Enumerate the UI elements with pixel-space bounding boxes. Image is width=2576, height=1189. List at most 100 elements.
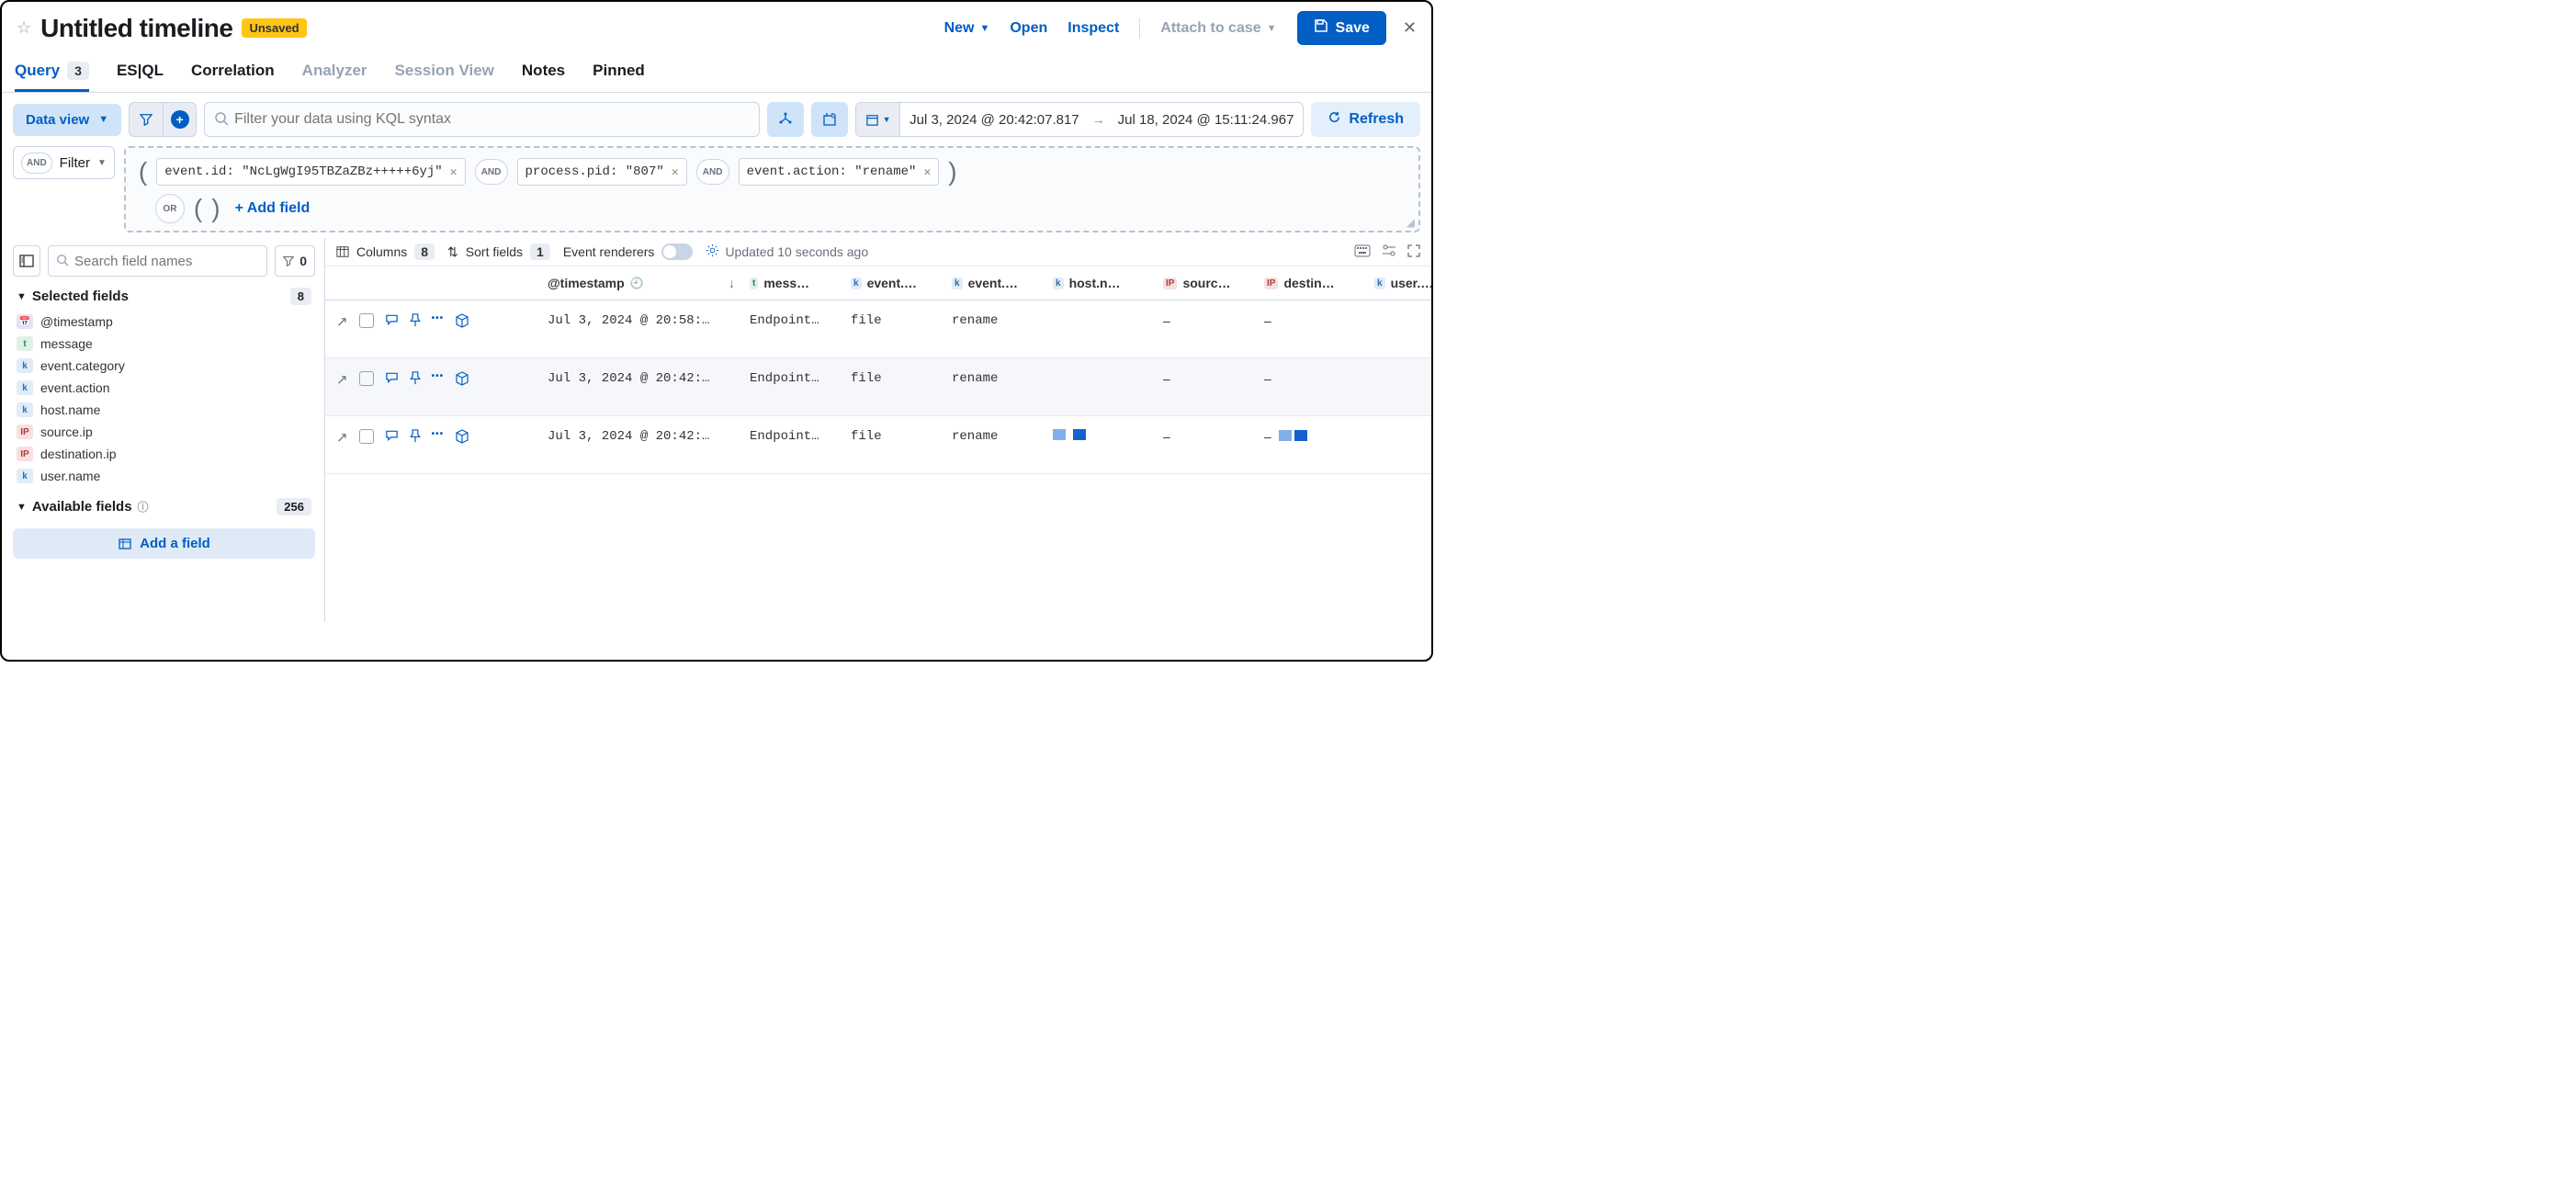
column-header-message[interactable]: t mess… xyxy=(742,272,843,294)
row-checkbox[interactable] xyxy=(359,429,374,444)
tab-pinned[interactable]: Pinned xyxy=(593,56,645,92)
help-icon[interactable]: ⓘ xyxy=(138,499,149,515)
close-icon[interactable]: ✕ xyxy=(450,165,458,179)
notes-icon[interactable] xyxy=(385,371,399,388)
saved-query-button[interactable] xyxy=(811,102,848,137)
data-view-button[interactable]: Data view ▼ xyxy=(13,104,121,136)
kql-input-wrap[interactable] xyxy=(204,102,760,137)
add-field-link[interactable]: + Add field xyxy=(235,200,311,217)
column-header-source-ip[interactable]: IP sourc… xyxy=(1156,272,1257,294)
analyze-icon[interactable] xyxy=(455,371,469,390)
chevron-down-icon: ▼ xyxy=(97,158,107,168)
add-field-button[interactable]: Add a field xyxy=(13,528,315,559)
attach-label: Attach to case xyxy=(1160,20,1260,37)
tab-notes[interactable]: Notes xyxy=(522,56,565,92)
filter-dropzone[interactable]: ( event.id: "NcLgWgI95TBZaZBz+++++6yj" ✕… xyxy=(124,146,1420,232)
close-icon[interactable]: ✕ xyxy=(1403,18,1417,38)
or-pill[interactable]: OR xyxy=(155,194,185,223)
close-icon[interactable]: ✕ xyxy=(672,165,679,179)
field-item[interactable]: 📅@timestamp xyxy=(15,311,313,333)
column-header-timestamp[interactable]: @timestamp 🕘 ↓ xyxy=(540,272,742,294)
column-header-event-category[interactable]: k event.… xyxy=(843,272,944,294)
filter-chip[interactable]: event.id: "NcLgWgI95TBZaZBz+++++6yj" ✕ xyxy=(156,158,465,186)
field-search-input[interactable] xyxy=(74,254,259,269)
new-button[interactable]: New ▼ xyxy=(944,20,990,37)
favorite-star-icon[interactable]: ☆ xyxy=(17,18,31,38)
tab-esql[interactable]: ES|QL xyxy=(117,56,164,92)
and-pill[interactable]: AND xyxy=(475,159,508,185)
row-checkbox[interactable] xyxy=(359,313,374,328)
analyze-icon[interactable] xyxy=(455,429,469,447)
close-icon[interactable]: ✕ xyxy=(923,165,931,179)
available-fields-header[interactable]: ▼ Available fields ⓘ 256 xyxy=(13,487,315,521)
columns-button[interactable]: Columns 8 xyxy=(336,243,435,260)
tab-correlation[interactable]: Correlation xyxy=(191,56,275,92)
field-item[interactable]: kuser.name xyxy=(15,465,313,487)
field-item[interactable]: IPsource.ip xyxy=(15,421,313,443)
keyboard-icon[interactable] xyxy=(1354,244,1371,260)
date-from[interactable]: Jul 3, 2024 @ 20:42:07.817 xyxy=(900,112,1089,128)
column-header-destination-ip[interactable]: IP destin… xyxy=(1257,272,1367,294)
event-renderers-toggle[interactable]: Event renderers xyxy=(563,243,694,260)
tab-analyzer[interactable]: Analyzer xyxy=(302,56,367,92)
table-row[interactable]: ↗•••Jul 3, 2024 @ 20:42:…Endpoint…filere… xyxy=(325,416,1431,474)
field-item[interactable]: khost.name xyxy=(15,399,313,421)
timeline-settings-button[interactable] xyxy=(767,102,804,137)
inspect-button[interactable]: Inspect xyxy=(1068,20,1119,37)
expand-icon[interactable]: ↗ xyxy=(336,429,348,446)
filter-icon-button[interactable] xyxy=(130,103,163,136)
row-checkbox[interactable] xyxy=(359,371,374,386)
kql-input[interactable] xyxy=(229,106,750,133)
filter-operator-dropdown[interactable]: AND Filter ▼ xyxy=(13,146,115,179)
table-row[interactable]: ↗•••Jul 3, 2024 @ 20:42:…Endpoint…filere… xyxy=(325,358,1431,416)
more-actions-icon[interactable]: ••• xyxy=(432,313,445,323)
attach-to-case-button[interactable]: Attach to case ▼ xyxy=(1160,20,1276,37)
expand-icon[interactable]: ↗ xyxy=(336,371,348,388)
table-row[interactable]: ↗•••Jul 3, 2024 @ 20:58:…Endpoint…filere… xyxy=(325,300,1431,358)
date-to[interactable]: Jul 18, 2024 @ 15:11:24.967 xyxy=(1109,112,1304,128)
pin-icon[interactable] xyxy=(410,429,421,447)
resize-handle-icon[interactable]: ◢ xyxy=(1407,216,1415,229)
pin-icon[interactable] xyxy=(410,371,421,389)
selected-fields-header[interactable]: ▼ Selected fields 8 xyxy=(13,277,315,311)
calendar-icon[interactable]: ▼ xyxy=(856,103,900,136)
field-search-input-wrap[interactable] xyxy=(48,245,267,277)
sort-fields-button[interactable]: ⇅ Sort fields 1 xyxy=(447,243,550,260)
field-item[interactable]: kevent.category xyxy=(15,355,313,377)
sort-desc-icon[interactable]: ↓ xyxy=(729,276,735,290)
display-settings-icon[interactable] xyxy=(1382,244,1396,260)
ip-type-icon: IP xyxy=(17,447,33,461)
analyze-icon[interactable] xyxy=(455,313,469,332)
sidebar-toggle-button[interactable] xyxy=(13,245,40,277)
notes-icon[interactable] xyxy=(385,429,399,446)
pin-icon[interactable] xyxy=(410,313,421,331)
notes-icon[interactable] xyxy=(385,313,399,330)
switch-icon[interactable] xyxy=(661,243,693,260)
refresh-button[interactable]: Refresh xyxy=(1311,102,1420,137)
date-range-picker[interactable]: ▼ Jul 3, 2024 @ 20:42:07.817 → Jul 18, 2… xyxy=(855,102,1304,137)
field-item[interactable]: tmessage xyxy=(15,333,313,355)
chevron-down-icon: ▼ xyxy=(883,115,891,124)
filter-chip[interactable]: process.pid: "807" ✕ xyxy=(517,158,687,186)
save-button[interactable]: Save xyxy=(1297,11,1386,45)
field-item[interactable]: kevent.action xyxy=(15,377,313,399)
field-filter-button[interactable]: 0 xyxy=(275,245,315,277)
tab-session-view[interactable]: Session View xyxy=(395,56,494,92)
more-actions-icon[interactable]: ••• xyxy=(432,429,445,439)
add-filter-button[interactable]: + xyxy=(163,103,196,136)
gear-icon[interactable] xyxy=(706,243,719,260)
more-actions-icon[interactable]: ••• xyxy=(432,371,445,381)
column-header-user-name[interactable]: k user.… xyxy=(1367,272,1431,294)
column-header-event-action[interactable]: k event.… xyxy=(944,272,1045,294)
add-field-label: Add a field xyxy=(140,536,210,551)
plus-circle-icon: + xyxy=(171,110,189,129)
expand-icon[interactable]: ↗ xyxy=(336,313,348,330)
column-header-host-name[interactable]: k host.n… xyxy=(1045,272,1156,294)
filter-chip[interactable]: event.action: "rename" ✕ xyxy=(739,158,940,186)
field-item[interactable]: IPdestination.ip xyxy=(15,443,313,465)
tab-query[interactable]: Query 3 xyxy=(15,56,89,92)
fullscreen-icon[interactable] xyxy=(1407,244,1420,260)
open-button[interactable]: Open xyxy=(1010,20,1047,37)
and-pill[interactable]: AND xyxy=(696,159,729,185)
text-type-icon: t xyxy=(750,277,758,289)
